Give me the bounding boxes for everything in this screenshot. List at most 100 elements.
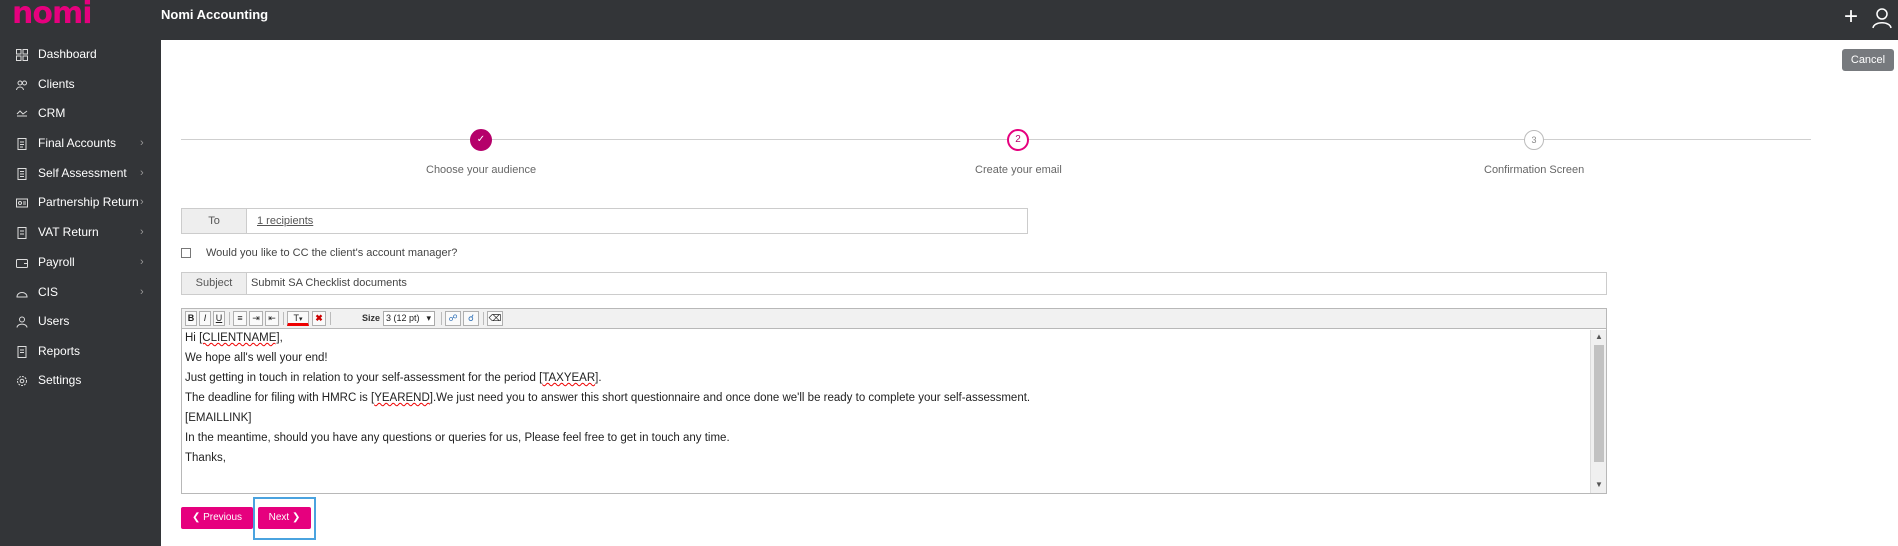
body-line: Just getting in touch in relation to you… xyxy=(185,372,602,384)
sidebar-item-clients[interactable]: Clients xyxy=(0,72,161,98)
size-label: Size xyxy=(362,313,381,323)
sidebar-item-payroll[interactable]: Payroll › xyxy=(0,250,161,276)
bullet-list-icon[interactable]: ≡ xyxy=(233,311,247,326)
previous-label: Previous xyxy=(203,512,243,523)
italic-button[interactable]: I xyxy=(199,311,211,326)
sidebar-item-final-accounts[interactable]: Final Accounts › xyxy=(0,131,161,157)
step-1-indicator: ✓ xyxy=(470,129,492,151)
to-label: To xyxy=(182,209,247,233)
chevron-right-icon: › xyxy=(140,196,144,208)
sidebar-item-vat-return[interactable]: VAT Return › xyxy=(0,220,161,246)
sidebar-item-users[interactable]: Users xyxy=(0,309,161,335)
body-line: In the meantime, should you have any que… xyxy=(185,432,730,444)
outdent-icon[interactable]: ⇤ xyxy=(265,311,279,326)
toolbar-separator xyxy=(283,312,284,325)
body-line: [EMAILLINK] xyxy=(185,412,252,424)
payroll-icon xyxy=(16,259,28,268)
chevron-right-icon: › xyxy=(140,167,144,179)
step-2-indicator: 2 xyxy=(1007,129,1029,151)
email-body-text[interactable]: Hi [CLIENTNAME], We hope all's well your… xyxy=(182,330,1589,493)
sidebar-item-crm[interactable]: CRM xyxy=(0,101,161,127)
text: ]. xyxy=(595,372,602,384)
next-button[interactable]: Next ❯ xyxy=(258,507,311,529)
scroll-down-icon[interactable]: ▼ xyxy=(1595,480,1603,489)
body-line: Thanks, xyxy=(185,452,226,464)
sidebar-item-label: Users xyxy=(38,314,70,328)
cc-account-manager-checkbox[interactable] xyxy=(181,248,191,258)
step-1-label: Choose your audience xyxy=(426,164,537,176)
previous-button[interactable]: ❮ Previous xyxy=(181,507,253,529)
placeholder-token: [CLIENTNAME] xyxy=(199,332,280,344)
top-bar: nomi Nomi Accounting + xyxy=(0,0,1898,40)
editor-toolbar: B I U ≡ ⇥ ⇤ T▾ ✖ Size 3 (12 pt) ▾ ☍ ☌ ⌫ xyxy=(182,309,1606,329)
nomi-logo[interactable]: nomi xyxy=(12,0,93,31)
sidebar-item-label: Partnership Return xyxy=(38,195,139,209)
font-size-value: 3 (12 pt) xyxy=(386,313,420,323)
sidebar-item-label: Self Assessment xyxy=(38,166,127,180)
body-line: Hi [CLIENTNAME], xyxy=(185,332,283,344)
app-title: Nomi Accounting xyxy=(161,7,269,22)
scrollbar-thumb[interactable] xyxy=(1594,345,1604,462)
unlink-icon[interactable]: ☌ xyxy=(463,311,479,326)
chevron-left-icon: ❮ xyxy=(191,512,204,523)
chevron-right-icon: › xyxy=(140,226,144,238)
sidebar-item-reports[interactable]: Reports xyxy=(0,339,161,365)
plus-icon[interactable]: + xyxy=(1840,5,1862,29)
gear-icon xyxy=(17,376,27,386)
to-field: To 1 recipients xyxy=(181,208,1028,234)
sidebar-item-label: Settings xyxy=(38,373,82,387)
text: Just getting in touch in relation to you… xyxy=(185,372,543,384)
text-color-button[interactable]: T▾ xyxy=(287,311,309,326)
chevron-right-icon: ❯ xyxy=(289,512,301,523)
placeholder-token: YEAREND xyxy=(374,392,430,404)
body-line: We hope all's well your end! xyxy=(185,352,328,364)
toolbar-separator xyxy=(483,312,484,325)
crm-icon xyxy=(16,110,28,117)
sidebar-item-dashboard[interactable]: Dashboard xyxy=(0,42,161,68)
font-size-select[interactable]: 3 (12 pt) ▾ xyxy=(383,311,435,326)
sidebar-item-settings[interactable]: Settings xyxy=(0,368,161,394)
sidebar-item-label: CRM xyxy=(38,106,66,120)
text: Hi xyxy=(185,332,200,344)
subject-field[interactable]: Subject Submit SA Checklist documents xyxy=(181,272,1607,295)
clients-icon xyxy=(16,80,27,91)
sidebar-item-label: Payroll xyxy=(38,255,75,269)
underline-button[interactable]: U xyxy=(213,311,225,326)
user-icon[interactable] xyxy=(1870,6,1894,30)
placeholder-token: TAXYEAR xyxy=(542,372,596,384)
toolbar-separator xyxy=(330,312,331,325)
cancel-button[interactable]: Cancel xyxy=(1842,49,1894,71)
dashboard-icon xyxy=(16,49,28,61)
sidebar-item-self-assessment[interactable]: Self Assessment › xyxy=(0,161,161,187)
subject-input[interactable]: Submit SA Checklist documents xyxy=(251,277,407,289)
step-3-label: Confirmation Screen xyxy=(1484,164,1585,176)
sidebar-item-label: Reports xyxy=(38,344,81,358)
email-body-editor[interactable]: B I U ≡ ⇥ ⇤ T▾ ✖ Size 3 (12 pt) ▾ ☍ ☌ ⌫ … xyxy=(181,308,1607,494)
sidebar-item-cis[interactable]: CIS › xyxy=(0,280,161,306)
text: The deadline for filing with HMRC is [ xyxy=(185,392,375,404)
text: ].We just need you to answer this short … xyxy=(429,392,1031,404)
text: , xyxy=(279,332,283,344)
insert-link-icon[interactable]: ☍ xyxy=(445,311,461,326)
toolbar-separator xyxy=(229,312,230,325)
chevron-right-icon: › xyxy=(140,256,144,268)
indent-icon[interactable]: ⇥ xyxy=(249,311,263,326)
users-icon xyxy=(16,316,28,328)
next-button-focus-ring: Next ❯ xyxy=(253,497,316,540)
sidebar-item-label: Final Accounts xyxy=(38,136,117,150)
step-3-indicator: 3 xyxy=(1524,130,1544,150)
clear-format-icon[interactable]: ✖ xyxy=(312,311,326,326)
step-2-label: Create your email xyxy=(975,164,1062,176)
chevron-down-icon: ▾ xyxy=(426,313,431,323)
stepper-line xyxy=(181,139,1811,140)
eraser-icon[interactable]: ⌫ xyxy=(487,311,503,326)
final-accounts-icon xyxy=(17,138,27,150)
chevron-down-icon: ▾ xyxy=(298,316,303,323)
recipients-link[interactable]: 1 recipients xyxy=(257,215,313,227)
scroll-up-icon[interactable]: ▲ xyxy=(1595,332,1603,341)
sidebar-item-partnership-return[interactable]: Partnership Return › xyxy=(0,190,161,216)
sidebar-item-label: CIS xyxy=(38,285,59,299)
editor-scrollbar[interactable]: ▲ ▼ xyxy=(1590,330,1606,493)
bold-button[interactable]: B xyxy=(185,311,197,326)
cis-icon xyxy=(16,292,28,298)
